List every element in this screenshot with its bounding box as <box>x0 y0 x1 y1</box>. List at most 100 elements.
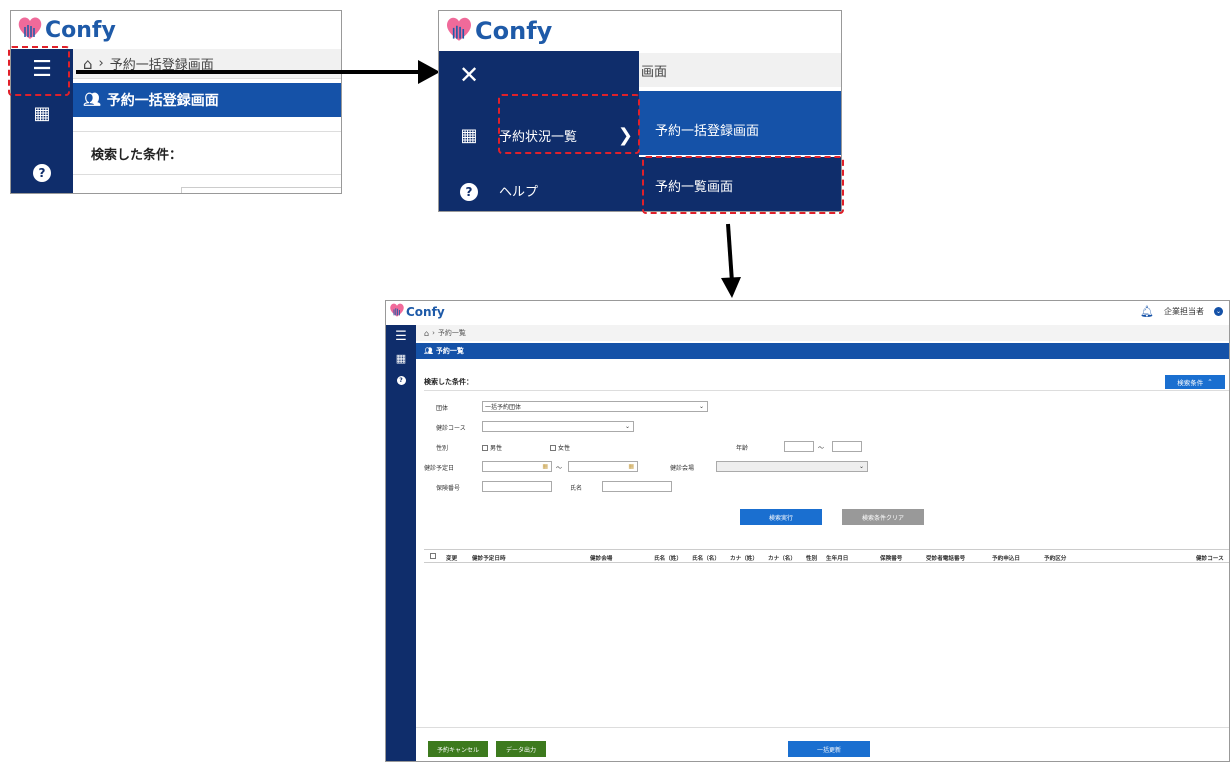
breadcrumb: ⌂ › 予約一覧 <box>416 325 1229 341</box>
highlight-reservation-list <box>642 156 844 214</box>
column-header: 健診コース <box>1196 556 1224 562</box>
calendar-icon[interactable]: ▦ <box>386 347 416 369</box>
bulk-update-button[interactable]: 一括更新 <box>788 741 870 757</box>
select-all-checkbox[interactable] <box>430 553 436 559</box>
highlight-hamburger <box>8 46 70 96</box>
bell-icon[interactable]: 🔔︎ <box>1140 305 1154 318</box>
column-header: 変更 <box>446 556 458 562</box>
calendar-icon[interactable]: ▦ <box>628 463 634 470</box>
date-label: 健診予定日 <box>424 465 455 472</box>
screenshot-panel-reservation-list: Confy 🔔︎ 企業担当者 ⌄ ☰ ▦ ? ⌂ › 予約一覧 👥︎ 予約一覧 … <box>385 300 1230 762</box>
screenshot-panel-sidebar-collapsed: Confy ☰ ▦ ? ⌂ › 予約一括登録画面 👥︎ 予約一括登録画面 検索し… <box>10 10 342 194</box>
page-title: 予約一覧 <box>435 347 464 355</box>
header-user-area: 🔔︎ 企業担当者 ⌄ <box>1140 305 1223 318</box>
users-icon: 👥︎ <box>83 92 101 108</box>
heart-hand-icon <box>390 303 404 317</box>
brand-name: Confy <box>45 18 116 43</box>
breadcrumb-current: 画面 <box>641 64 668 80</box>
heart-hand-icon <box>446 17 472 41</box>
female-checkbox[interactable]: 女性 <box>550 443 570 452</box>
highlight-reservation-status <box>498 94 640 154</box>
column-header: 性別 <box>806 556 818 562</box>
heart-hand-icon <box>18 17 42 39</box>
course-select[interactable]: ⌄ <box>482 421 634 432</box>
age-from-input[interactable] <box>784 441 814 452</box>
menu-item-label: ヘルプ <box>499 184 539 200</box>
confy-logo: Confy <box>15 13 116 43</box>
column-header: 健診予定日時 <box>472 556 506 562</box>
search-conditions-toggle-button[interactable]: 検索条件 ⌃ <box>1165 375 1225 389</box>
brand-name: Confy <box>475 17 553 45</box>
confy-logo: Confy <box>388 301 445 319</box>
search-conditions-label: 検索した条件： <box>91 147 183 163</box>
help-icon: ? <box>439 180 499 201</box>
arrow-right-head <box>418 60 440 84</box>
column-header: 健診会場 <box>590 556 613 562</box>
cancel-reservation-button[interactable]: 予約キャンセル <box>428 741 488 757</box>
menu-item-help[interactable]: ? ヘルプ <box>439 167 639 211</box>
export-data-button[interactable]: データ出力 <box>496 741 546 757</box>
male-label: 男性 <box>490 445 503 452</box>
calendar-icon: ▦ <box>460 124 478 146</box>
calendar-icon[interactable]: ▦ <box>11 91 73 135</box>
course-label: 健診コース <box>436 425 466 432</box>
insurance-input[interactable] <box>482 481 552 492</box>
age-tilde: ～ <box>818 445 825 452</box>
search-button[interactable]: 検索実行 <box>740 509 822 525</box>
chevron-down-icon: ⌄ <box>858 463 864 470</box>
hamburger-menu-icon[interactable]: ☰ <box>386 325 416 347</box>
breadcrumb: 画面 <box>637 53 841 87</box>
female-label: 女性 <box>558 445 571 452</box>
column-header: カナ（姓） <box>730 556 758 562</box>
group-select[interactable]: 一括予約団体 ⌄ <box>482 401 708 412</box>
chevron-down-icon: ⌄ <box>624 423 630 430</box>
menu-close-row[interactable]: ✕ <box>439 51 639 99</box>
sidebar-rail: ☰ ▦ ? <box>386 325 416 761</box>
table-header-row: 変更 健診予定日時 健診会場 氏名（姓） 氏名（名） カナ（姓） カナ（名） 性… <box>424 549 1229 563</box>
submenu-item-bulk-register[interactable]: 予約一括登録画面 <box>639 103 841 155</box>
age-to-input[interactable] <box>832 441 862 452</box>
search-conditions-row: 検索した条件： <box>73 131 341 175</box>
gender-label: 性別 <box>436 445 449 452</box>
column-header: 生年月日 <box>826 556 849 562</box>
arrow-right-line <box>76 70 426 74</box>
breadcrumb-separator: › <box>98 56 104 71</box>
group-select-value: 一括予約団体 <box>485 404 522 411</box>
confy-logo: Confy <box>443 13 552 45</box>
date-to-input[interactable]: ▦ <box>568 461 638 472</box>
insurance-label: 保険番号 <box>436 485 461 492</box>
name-label: 氏名 <box>570 485 583 492</box>
column-header: 氏名（名） <box>692 556 720 562</box>
search-conditions-row: 検索した条件： <box>424 373 1229 391</box>
male-checkbox[interactable]: 男性 <box>482 443 502 452</box>
page-title-bar: 👥︎ 予約一括登録画面 <box>73 83 341 117</box>
venue-select[interactable]: ⌄ <box>716 461 868 472</box>
home-icon[interactable]: ⌂ <box>424 329 429 338</box>
users-icon: 👥︎ <box>424 347 433 355</box>
venue-label: 健診会場 <box>670 465 695 472</box>
calendar-icon[interactable]: ▦ <box>542 463 548 470</box>
help-icon[interactable]: ? <box>386 369 416 391</box>
column-header: カナ（名） <box>768 556 796 562</box>
breadcrumb: ⌂ › 予約一括登録画面 <box>73 49 341 79</box>
group-label: 団体 <box>436 405 449 412</box>
column-header: 保険番号 <box>880 556 903 562</box>
clear-conditions-button[interactable]: 検索条件クリア <box>842 509 924 525</box>
page-title: 予約一括登録画面 <box>106 93 219 109</box>
column-header: 予約申込日 <box>992 556 1020 562</box>
breadcrumb-current: 予約一覧 <box>437 329 466 337</box>
name-input[interactable] <box>602 481 672 492</box>
search-conditions-label: 検索した条件： <box>424 377 473 386</box>
column-header: 予約区分 <box>1044 556 1067 562</box>
close-icon[interactable]: ✕ <box>439 61 499 89</box>
arrow-down <box>721 223 741 298</box>
user-name[interactable]: 企業担当者 <box>1164 306 1204 317</box>
help-icon[interactable]: ? <box>11 149 73 193</box>
age-label: 年齢 <box>736 445 749 452</box>
column-header: 受診者電話番号 <box>926 556 966 562</box>
chevron-down-icon[interactable]: ⌄ <box>1214 307 1223 316</box>
breadcrumb-separator: › <box>432 329 435 337</box>
collapsed-field <box>181 187 341 193</box>
date-from-input[interactable]: ▦ <box>482 461 552 472</box>
submenu-label: 予約一括登録画面 <box>655 123 760 139</box>
